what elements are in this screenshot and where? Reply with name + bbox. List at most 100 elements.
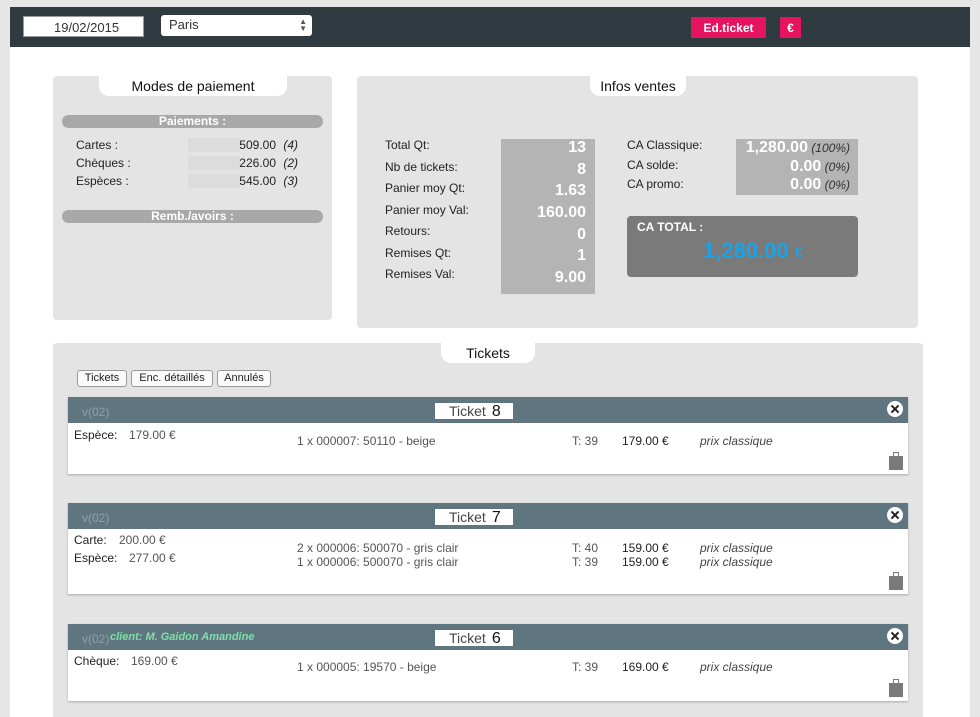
stat-value: 0 bbox=[577, 225, 586, 243]
payment-modes-panel: Modes de paiement Paiements : Cartes : 5… bbox=[53, 76, 332, 320]
line-mode: prix classique bbox=[700, 541, 773, 555]
ticket-number: 8 bbox=[491, 403, 501, 420]
sales-info-title: Infos ventes bbox=[590, 76, 686, 96]
tab-tickets[interactable]: Tickets bbox=[77, 370, 127, 387]
stat-label: Nb de tickets: bbox=[385, 159, 458, 174]
ca-label: CA Classique: bbox=[627, 138, 703, 152]
ticket-version: v(02) bbox=[82, 632, 110, 646]
ca-percent: (100%) bbox=[811, 141, 850, 155]
ticket-card[interactable]: v(02) client: M. Gaidon Amandine Ticket 6… bbox=[68, 624, 908, 701]
store-select[interactable]: Paris ▲ ▼ bbox=[161, 15, 312, 36]
ticket-header: v(02) Ticket 8 bbox=[68, 397, 908, 423]
ticket-card[interactable]: v(02) Ticket 8 Espèce: 179.00 € 1 x 00000… bbox=[68, 397, 908, 474]
line-mode: prix classique bbox=[700, 660, 773, 674]
line-size: T: 39 bbox=[572, 434, 599, 448]
stat-value: 9.00 bbox=[554, 269, 586, 287]
payment-row: Espèces : 545.00 (3) bbox=[76, 174, 306, 190]
tab-detailed-receipts[interactable]: Enc. détaillés bbox=[131, 370, 213, 387]
stat-value: 160.00 bbox=[537, 204, 586, 222]
line-mode: prix classique bbox=[700, 555, 773, 569]
payment-shade bbox=[188, 174, 240, 188]
payment-label: Cartes : bbox=[76, 138, 119, 152]
ticket-label: Ticket 7 bbox=[435, 509, 513, 526]
payment-shade bbox=[188, 156, 240, 170]
stat-label: Panier moy Val: bbox=[385, 202, 469, 217]
stats-values: 13 8 1.63 160.00 0 1 9.00 bbox=[501, 139, 595, 294]
ca-values: 1,280.00 (100%) 0.00 (0%) 0.00 (0%) bbox=[736, 139, 858, 195]
main-content: Modes de paiement Paiements : Cartes : 5… bbox=[10, 47, 970, 717]
payment-modes-title: Modes de paiement bbox=[99, 76, 287, 96]
date-input[interactable]: 19/02/2015 bbox=[23, 16, 144, 37]
ca-total-value: 1,280.00 bbox=[703, 238, 789, 263]
line-price: 179.00 € bbox=[622, 434, 669, 448]
ticket-label-text: Ticket bbox=[449, 630, 486, 646]
stat-label: Panier moy Qt: bbox=[385, 181, 466, 195]
payment-count: (4) bbox=[283, 138, 298, 152]
payment-row: Cartes : 509.00 (4) bbox=[76, 138, 306, 154]
ticket-card[interactable]: v(02) Ticket 7 Carte: 200.00 € Espèce: 27… bbox=[68, 503, 908, 594]
ticket-label-text: Ticket bbox=[449, 403, 486, 419]
ca-labels: CA Classique: CA solde: CA promo: bbox=[627, 138, 702, 197]
stat-value: 1.63 bbox=[554, 182, 586, 200]
currency-button[interactable]: € bbox=[780, 17, 801, 38]
line-description: 1 x 000005: 19570 - beige bbox=[297, 660, 437, 674]
payment-count: (2) bbox=[283, 156, 298, 170]
payment-amount: 200.00 € bbox=[119, 533, 166, 547]
line-size: T: 39 bbox=[572, 555, 599, 569]
line-size: T: 39 bbox=[572, 660, 599, 674]
ca-value-row: 0.00 (0%) bbox=[736, 176, 858, 195]
payment-amount: 179.00 € bbox=[129, 428, 176, 442]
ticket-number: 7 bbox=[491, 509, 501, 526]
ca-value: 1,280.00 bbox=[745, 139, 808, 156]
store-select-value: Paris bbox=[169, 17, 199, 32]
ca-total-label: CA TOTAL : bbox=[637, 220, 704, 234]
ca-label: CA promo: bbox=[627, 177, 684, 191]
tickets-panel: Tickets Tickets Enc. détaillés Annulés v… bbox=[53, 343, 923, 717]
tab-cancelled[interactable]: Annulés bbox=[217, 370, 271, 387]
ca-value: 0.00 bbox=[790, 157, 822, 175]
line-price: 169.00 € bbox=[622, 660, 669, 674]
ca-value-row: 0.00 (0%) bbox=[736, 158, 858, 177]
updown-arrows-icon: ▲ ▼ bbox=[299, 17, 307, 33]
ticket-number: 6 bbox=[491, 630, 501, 647]
line-description: 1 x 000007: 50110 - beige bbox=[297, 434, 436, 448]
stat-label: Remises Qt: bbox=[385, 245, 452, 260]
stat-label: Remises Val: bbox=[385, 267, 455, 281]
ca-percent: (0%) bbox=[824, 159, 850, 174]
ticket-header: v(02) client: M. Gaidon Amandine Ticket 6 bbox=[68, 624, 908, 650]
payment-type: Espèce: bbox=[74, 551, 118, 565]
ca-percent: (0%) bbox=[824, 178, 850, 192]
ticket-label-text: Ticket bbox=[449, 509, 486, 525]
stat-value: 8 bbox=[577, 160, 586, 178]
ca-value: 0.00 bbox=[790, 176, 822, 193]
edit-ticket-button[interactable]: Ed.ticket bbox=[691, 17, 766, 38]
ticket-label: Ticket 8 bbox=[435, 403, 513, 420]
ticket-label: Ticket 6 bbox=[435, 630, 513, 647]
ca-total-box: CA TOTAL : 1,280.00 € bbox=[627, 216, 858, 277]
line-description: 1 x 000006: 500070 - gris clair bbox=[297, 555, 459, 569]
stat-value: 1 bbox=[577, 247, 586, 265]
payment-value: 509.00 bbox=[239, 138, 276, 152]
refunds-header: Remb./avoirs : bbox=[62, 210, 323, 223]
tickets-title: Tickets bbox=[441, 343, 535, 363]
close-icon[interactable] bbox=[887, 507, 903, 523]
bag-icon[interactable] bbox=[889, 572, 903, 590]
close-icon[interactable] bbox=[887, 401, 903, 417]
payment-value: 226.00 bbox=[239, 156, 276, 170]
bag-icon[interactable] bbox=[889, 452, 903, 470]
line-description: 2 x 000006: 500070 - gris clair bbox=[297, 541, 459, 555]
ticket-client: client: M. Gaidon Amandine bbox=[110, 631, 255, 643]
payment-row: Chèques : 226.00 (2) bbox=[76, 156, 306, 172]
payment-value: 545.00 bbox=[239, 174, 276, 188]
sales-info-panel: Infos ventes Total Qt: Nb de tickets: Pa… bbox=[357, 76, 918, 328]
ca-label: CA solde: bbox=[627, 157, 679, 172]
close-icon[interactable] bbox=[887, 628, 903, 644]
payment-amount: 277.00 € bbox=[129, 551, 176, 565]
bag-icon[interactable] bbox=[889, 679, 903, 697]
payment-label: Chèques : bbox=[76, 156, 131, 170]
stat-label: Retours: bbox=[385, 224, 431, 238]
line-price: 159.00 € bbox=[622, 541, 669, 555]
payment-shade bbox=[188, 138, 240, 152]
stat-value: 13 bbox=[568, 139, 586, 156]
line-mode: prix classique bbox=[700, 434, 773, 448]
